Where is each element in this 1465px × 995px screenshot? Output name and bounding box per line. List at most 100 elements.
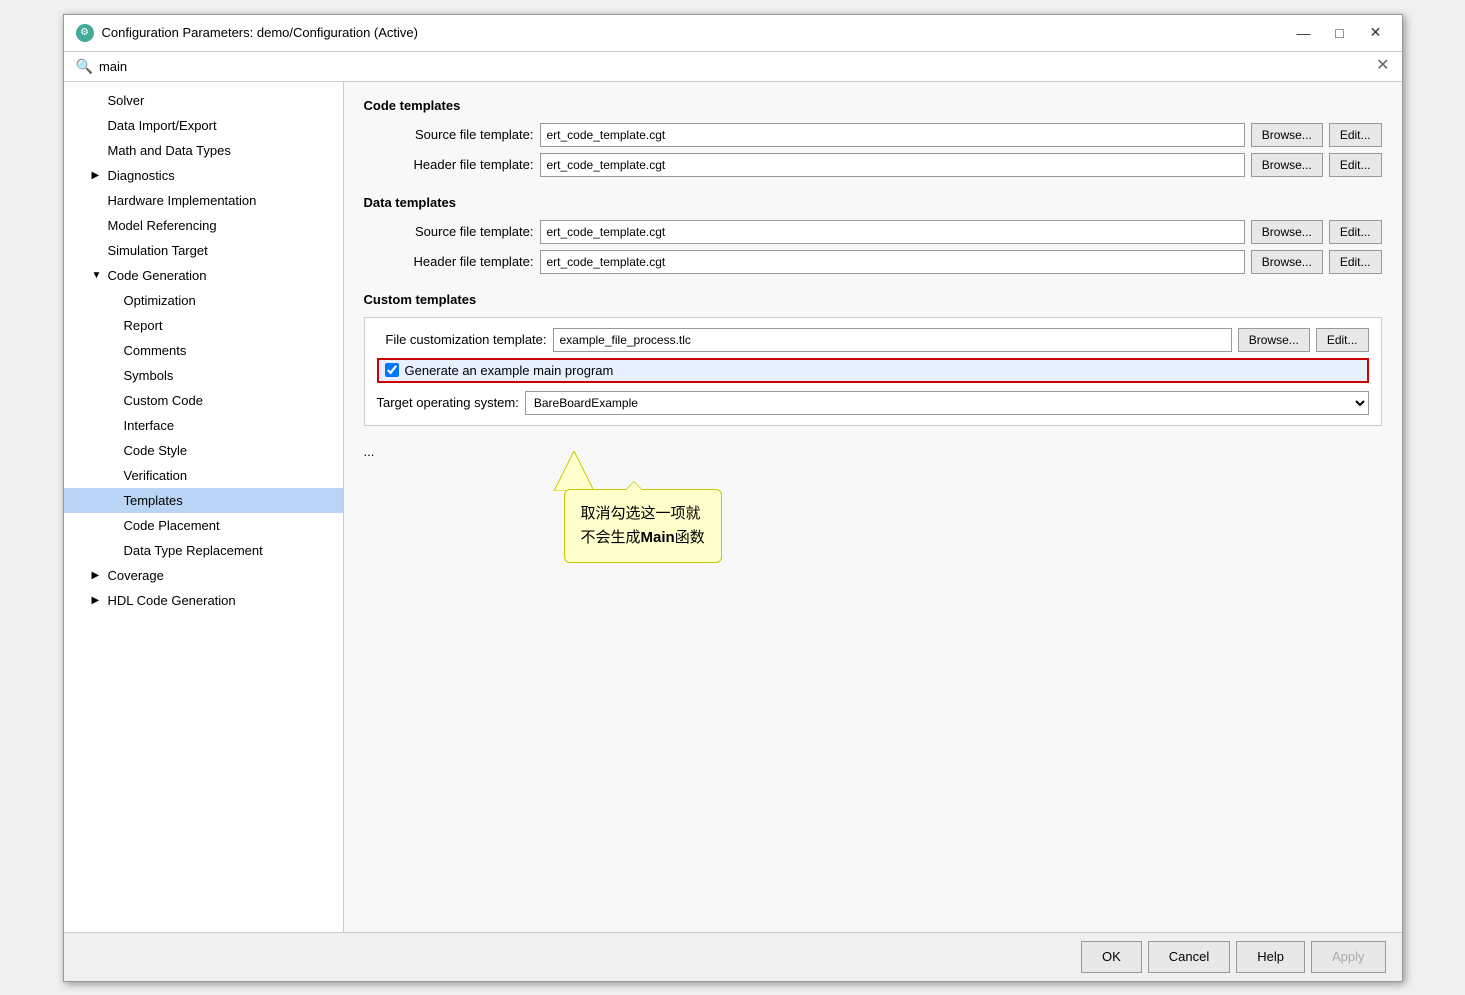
sidebar-label-custcode: Custom Code xyxy=(124,393,203,408)
sidebar-label-codestyle: Code Style xyxy=(124,443,188,458)
sidebar-label-dtr: Data Type Replacement xyxy=(124,543,263,558)
sidebar-item-code-gen[interactable]: ▼ Code Generation xyxy=(64,263,343,288)
data-source-input[interactable] xyxy=(540,220,1245,244)
file-cust-row: File customization template: Browse... E… xyxy=(377,328,1369,352)
sidebar-label-sim: Simulation Target xyxy=(108,243,208,258)
tooltip-line3: 函数 xyxy=(675,529,705,546)
target-os-select[interactable]: BareBoardExample xyxy=(525,391,1369,415)
tooltip-arrow-svg xyxy=(544,451,624,491)
sidebar-item-solver[interactable]: Solver xyxy=(64,88,343,113)
tooltip-box: 取消勾选这一项就 不会生成Main函数 xyxy=(564,489,722,563)
data-header-input[interactable] xyxy=(540,250,1245,274)
code-source-edit-button[interactable]: Edit... xyxy=(1329,123,1382,147)
sidebar-label-report: Report xyxy=(124,318,163,333)
sidebar-label-opt: Optimization xyxy=(124,293,196,308)
ellipsis-text: ... xyxy=(364,444,1382,459)
sidebar-item-custom-code[interactable]: Custom Code xyxy=(64,388,343,413)
tooltip-bold: Main xyxy=(641,529,675,546)
sidebar-label-solver: Solver xyxy=(108,93,145,108)
content-area: Code templates Source file template: Bro… xyxy=(344,82,1402,932)
sidebar-label-model-ref: Model Referencing xyxy=(108,218,217,233)
sidebar-item-templates[interactable]: Templates xyxy=(64,488,343,513)
data-source-browse-button[interactable]: Browse... xyxy=(1251,220,1323,244)
sidebar-item-coverage[interactable]: ▶ Coverage xyxy=(64,563,343,588)
data-templates-group: Data templates Source file template: Bro… xyxy=(364,195,1382,274)
data-source-label: Source file template: xyxy=(364,224,534,239)
sidebar-item-hardware[interactable]: Hardware Implementation xyxy=(64,188,343,213)
custom-templates-group: Custom templates File customization temp… xyxy=(364,292,1382,426)
data-header-label: Header file template: xyxy=(364,254,534,269)
sidebar-label-cov: Coverage xyxy=(108,568,164,583)
sidebar-label-cp: Code Placement xyxy=(124,518,220,533)
help-button[interactable]: Help xyxy=(1236,941,1305,973)
close-button[interactable]: ✕ xyxy=(1362,23,1390,43)
window-title: Configuration Parameters: demo/Configura… xyxy=(102,25,418,40)
sidebar-label-comments: Comments xyxy=(124,343,187,358)
code-header-input[interactable] xyxy=(540,153,1245,177)
apply-button[interactable]: Apply xyxy=(1311,941,1386,973)
search-clear-button[interactable]: ✕ xyxy=(1376,58,1389,74)
data-source-edit-button[interactable]: Edit... xyxy=(1329,220,1382,244)
sidebar-item-symbols[interactable]: Symbols xyxy=(64,363,343,388)
cancel-button[interactable]: Cancel xyxy=(1148,941,1230,973)
tooltip-line1: 取消勾选这一项就 xyxy=(581,505,701,522)
search-bar: 🔍 ✕ xyxy=(64,52,1402,82)
sidebar-item-model-ref[interactable]: Model Referencing xyxy=(64,213,343,238)
generate-main-row: Generate an example main program xyxy=(377,358,1369,383)
data-header-row: Header file template: Browse... Edit... xyxy=(364,250,1382,274)
sidebar-item-verification[interactable]: Verification xyxy=(64,463,343,488)
generate-main-checkbox[interactable] xyxy=(385,363,399,377)
minimize-button[interactable]: — xyxy=(1290,23,1318,43)
code-header-label: Header file template: xyxy=(364,157,534,172)
sidebar-arrow-codegen: ▼ xyxy=(92,270,104,281)
sidebar-item-data-import[interactable]: Data Import/Export xyxy=(64,113,343,138)
custom-templates-area: File customization template: Browse... E… xyxy=(364,317,1382,426)
maximize-button[interactable]: □ xyxy=(1326,23,1354,43)
sidebar-item-optimization[interactable]: Optimization xyxy=(64,288,343,313)
sidebar-item-sim-target[interactable]: Simulation Target xyxy=(64,238,343,263)
sidebar: Solver Data Import/Export Math and Data … xyxy=(64,82,344,932)
sidebar-label-hw: Hardware Implementation xyxy=(108,193,257,208)
sidebar-item-report[interactable]: Report xyxy=(64,313,343,338)
file-cust-browse-button[interactable]: Browse... xyxy=(1238,328,1310,352)
sidebar-label-data-import: Data Import/Export xyxy=(108,118,217,133)
bottom-bar: OK Cancel Help Apply xyxy=(64,932,1402,981)
data-header-edit-button[interactable]: Edit... xyxy=(1329,250,1382,274)
sidebar-item-interface[interactable]: Interface xyxy=(64,413,343,438)
sidebar-item-code-placement[interactable]: Code Placement xyxy=(64,513,343,538)
code-source-row: Source file template: Browse... Edit... xyxy=(364,123,1382,147)
sidebar-label-codegen: Code Generation xyxy=(108,268,207,283)
sidebar-label-diag: Diagnostics xyxy=(108,168,175,183)
sidebar-arrow-diag: ▶ xyxy=(92,170,104,181)
sidebar-item-data-type-repl[interactable]: Data Type Replacement xyxy=(64,538,343,563)
file-cust-edit-button[interactable]: Edit... xyxy=(1316,328,1369,352)
code-source-browse-button[interactable]: Browse... xyxy=(1251,123,1323,147)
tooltip-line2: 不会生成 xyxy=(581,529,641,546)
sidebar-item-code-style[interactable]: Code Style xyxy=(64,438,343,463)
sidebar-item-math-data[interactable]: Math and Data Types xyxy=(64,138,343,163)
sidebar-arrow-hdl: ▶ xyxy=(92,595,104,606)
sidebar-item-comments[interactable]: Comments xyxy=(64,338,343,363)
sidebar-label-verif: Verification xyxy=(124,468,188,483)
app-icon: ⚙ xyxy=(76,24,94,42)
code-source-label: Source file template: xyxy=(364,127,534,142)
target-os-label: Target operating system: xyxy=(377,395,519,410)
code-templates-title: Code templates xyxy=(364,98,1382,113)
data-header-browse-button[interactable]: Browse... xyxy=(1251,250,1323,274)
search-input[interactable] xyxy=(99,59,1370,74)
title-bar-left: ⚙ Configuration Parameters: demo/Configu… xyxy=(76,24,418,42)
sidebar-item-diagnostics[interactable]: ▶ Diagnostics xyxy=(64,163,343,188)
code-header-row: Header file template: Browse... Edit... xyxy=(364,153,1382,177)
search-icon: 🔍 xyxy=(76,58,93,75)
sidebar-label-hdl: HDL Code Generation xyxy=(108,593,236,608)
file-cust-input[interactable] xyxy=(553,328,1232,352)
sidebar-item-hdl[interactable]: ▶ HDL Code Generation xyxy=(64,588,343,613)
sidebar-label-math: Math and Data Types xyxy=(108,143,231,158)
data-source-row: Source file template: Browse... Edit... xyxy=(364,220,1382,244)
code-source-input[interactable] xyxy=(540,123,1245,147)
ok-button[interactable]: OK xyxy=(1081,941,1142,973)
generate-main-label: Generate an example main program xyxy=(405,363,614,378)
main-content: Solver Data Import/Export Math and Data … xyxy=(64,82,1402,932)
code-header-edit-button[interactable]: Edit... xyxy=(1329,153,1382,177)
code-header-browse-button[interactable]: Browse... xyxy=(1251,153,1323,177)
